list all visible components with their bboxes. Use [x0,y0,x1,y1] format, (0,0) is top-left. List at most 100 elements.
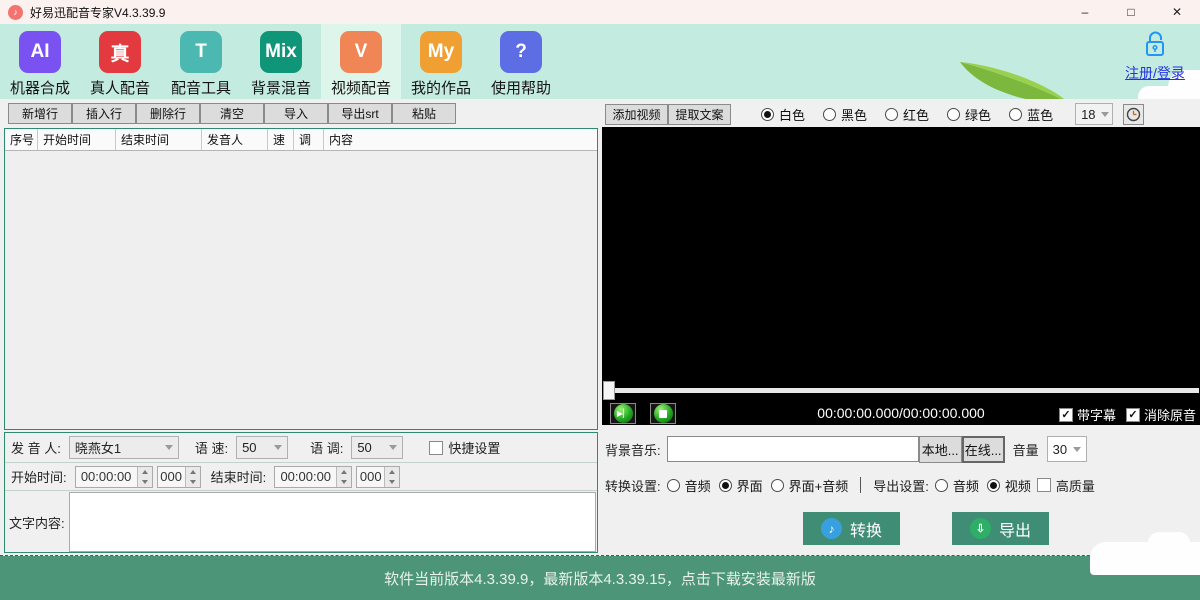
subtitle-table[interactable]: 序号 开始时间 结束时间 发音人 速 调 内容 [4,128,598,430]
subtitle-color-black[interactable]: 黑色 [823,105,867,124]
maximize-button[interactable]: □ [1108,0,1154,24]
register-login-link[interactable]: 注册/登录 [1125,65,1185,81]
chevron-down-icon [1073,447,1081,452]
add-video-button[interactable]: 添加视频 [605,104,668,125]
convert-option-audio[interactable]: 音频 [667,476,711,495]
radio-icon[interactable] [1009,108,1022,121]
col-speed: 速 [268,129,294,150]
high-quality-label: 高质量 [1056,476,1095,495]
remove-original-checkbox[interactable]: ✓ [1126,408,1140,422]
toolbar-item-background-mix[interactable]: Mix 背景混音 [241,24,321,99]
row-action-buttons: 新增行 插入行 删除行 清空 导入 导出srt 粘贴 [8,103,456,124]
pitch-dropdown[interactable]: 50 [351,436,403,459]
toolbar-item-video-dubbing[interactable]: V 视频配音 [321,24,401,99]
toolbar-item-real-voice[interactable]: 真 真人配音 [80,24,160,99]
cloud-decoration [1138,86,1178,99]
col-start-time: 开始时间 [38,129,116,150]
with-subtitle-label: 带字幕 [1077,405,1116,424]
add-row-button[interactable]: 新增行 [8,103,72,124]
radio-icon[interactable] [761,108,774,121]
col-end-time: 结束时间 [116,129,202,150]
video-preview[interactable]: ▶▏ 00:00:00.000/00:00:00.000 ✓ 带字幕 ✓ 消除原… [602,127,1200,425]
close-button[interactable]: ✕ [1154,0,1200,24]
extract-text-button[interactable]: 提取文案 [668,104,731,125]
high-quality-checkbox[interactable] [1037,478,1051,492]
volume-dropdown[interactable]: 30 [1047,436,1087,462]
video-dubbing-icon: V [340,31,382,73]
subtitle-color-green[interactable]: 绿色 [947,105,991,124]
radio-icon[interactable] [719,479,732,492]
subtitle-color-blue[interactable]: 蓝色 [1009,105,1053,124]
local-music-button[interactable]: 本地... [919,436,962,463]
speed-dropdown[interactable]: 50 [236,436,288,459]
text-content-label: 文字内容: [9,513,65,553]
music-note-icon: ♪ [821,518,842,539]
toolbar-item-help[interactable]: ? 使用帮助 [481,24,561,99]
radio-icon[interactable] [823,108,836,121]
radio-icon[interactable] [885,108,898,121]
minimize-button[interactable]: – [1062,0,1108,24]
toolbar-item-dubbing-tools[interactable]: T 配音工具 [161,24,241,99]
chevron-down-icon [389,445,397,450]
title-bar: ♪ 好易迅配音专家V4.3.39.9 – □ ✕ [0,0,1200,24]
radio-icon[interactable] [947,108,960,121]
bgm-label: 背景音乐: [605,440,661,459]
subtitle-color-red[interactable]: 红色 [885,105,929,124]
export-download-icon: ⇩ [970,518,991,539]
player-checkboxes: ✓ 带字幕 ✓ 消除原音 [1049,405,1196,424]
spinner-arrows-icon[interactable] [336,467,351,487]
clock-icon [1126,107,1141,122]
lock-icon [1142,30,1168,58]
window-title: 好易迅配音专家V4.3.39.9 [30,4,165,21]
bgm-path-input[interactable] [667,436,919,462]
with-subtitle-checkbox[interactable]: ✓ [1059,408,1073,422]
clear-button[interactable]: 清空 [200,103,264,124]
end-ms-spinner[interactable]: 000 [356,466,400,488]
convert-option-ui-audio[interactable]: 界面+音频 [771,476,849,495]
seek-slider-track[interactable] [615,388,1199,393]
radio-icon[interactable] [987,479,1000,492]
end-time-spinner[interactable]: 00:00:00 [274,466,352,488]
radio-icon[interactable] [935,479,948,492]
export-srt-button[interactable]: 导出srt [328,103,392,124]
text-content-textarea[interactable] [69,492,596,552]
chevron-down-icon [274,445,282,450]
start-ms-spinner[interactable]: 000 [157,466,201,488]
quick-setting-checkbox[interactable] [429,441,443,455]
spinner-arrows-icon[interactable] [137,467,152,487]
online-music-button[interactable]: 在线... [962,436,1005,463]
speaker-row: 发 音 人: 晓燕女1 语 速: 50 语 调: 50 快捷设置 [5,433,597,463]
speaker-dropdown[interactable]: 晓燕女1 [69,436,179,459]
start-time-label: 开始时间: [11,467,67,486]
seek-slider-handle[interactable] [603,381,615,400]
export-option-video[interactable]: 视频 [987,476,1031,495]
video-top-controls: 添加视频 提取文案 白色 黑色 红色 绿色 蓝色 [605,103,1197,125]
toolbar-item-ai-synthesis[interactable]: AI 机器合成 [0,24,80,99]
volume-label: 音量 [1013,440,1039,459]
convert-button[interactable]: ♪ 转换 [803,512,900,545]
start-time-spinner[interactable]: 00:00:00 [75,466,153,488]
export-option-audio[interactable]: 音频 [935,476,979,495]
toolbar-item-my-works[interactable]: My 我的作品 [401,24,481,99]
delete-row-button[interactable]: 删除行 [136,103,200,124]
subtitle-color-white[interactable]: 白色 [761,105,805,124]
help-icon: ? [500,31,542,73]
version-status-text[interactable]: 软件当前版本4.3.39.9，最新版本4.3.39.15，点击下载安装最新版 [384,568,816,589]
paste-button[interactable]: 粘贴 [392,103,456,124]
my-works-icon: My [420,31,462,73]
convert-option-ui[interactable]: 界面 [719,476,763,495]
text-content-row: 文字内容: [5,491,597,553]
spinner-arrows-icon[interactable] [185,467,200,487]
window-controls: – □ ✕ [1062,0,1200,24]
radio-icon[interactable] [771,479,784,492]
background-music-row: 背景音乐: 本地... 在线... 音量 30 [605,435,1197,463]
import-button[interactable]: 导入 [264,103,328,124]
radio-icon[interactable] [667,479,680,492]
col-content: 内容 [324,129,597,150]
export-button[interactable]: ⇩ 导出 [952,512,1049,545]
timer-button[interactable] [1123,104,1144,125]
spinner-arrows-icon[interactable] [384,467,399,487]
insert-row-button[interactable]: 插入行 [72,103,136,124]
app-logo-icon: ♪ [8,5,23,20]
font-size-dropdown[interactable]: 18 [1075,103,1113,125]
